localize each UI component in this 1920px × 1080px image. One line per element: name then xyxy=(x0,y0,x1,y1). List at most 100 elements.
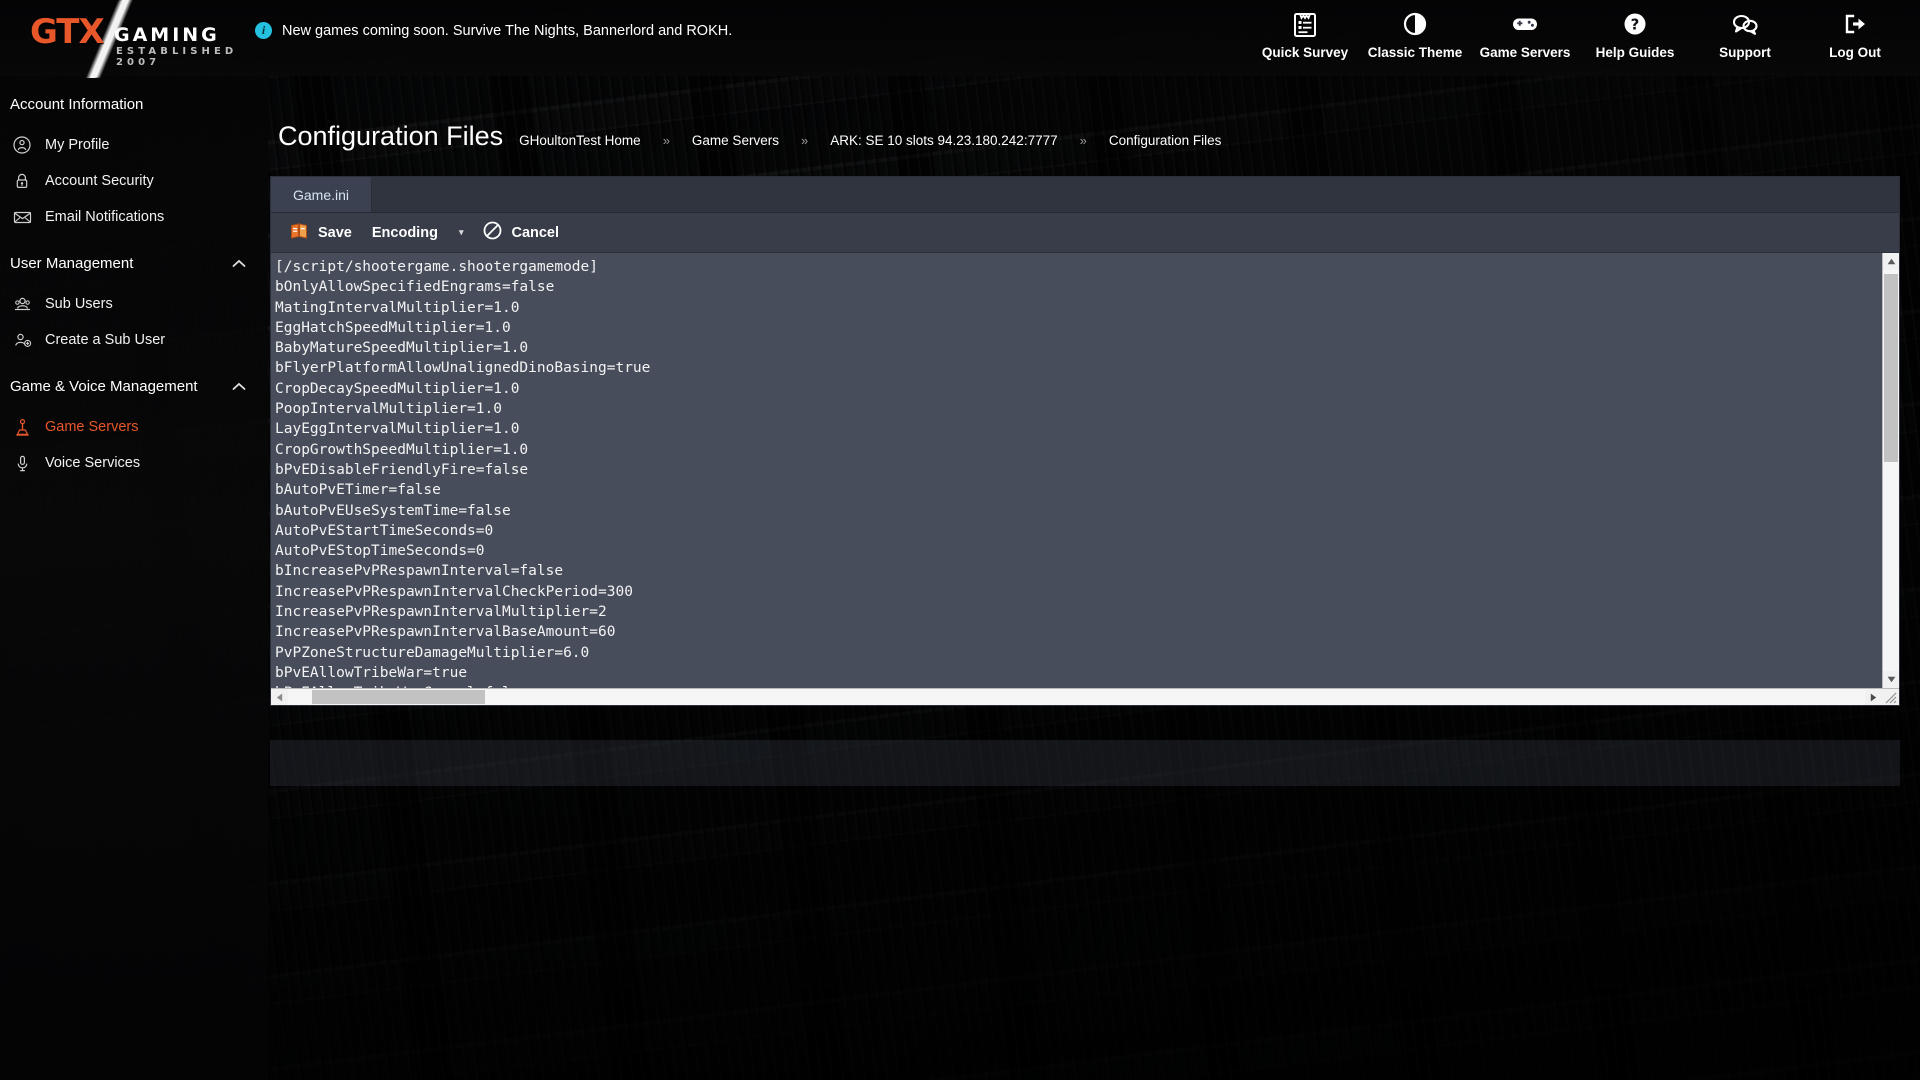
tab-label: Game.ini xyxy=(293,186,350,203)
topnav-label: Game Servers xyxy=(1479,45,1571,60)
logout-arrow-icon xyxy=(1841,10,1869,38)
topnav-item-log-out[interactable]: Log Out xyxy=(1800,6,1910,66)
tab-game-ini[interactable]: Game.ini xyxy=(271,177,373,212)
scroll-right-button[interactable] xyxy=(1865,689,1882,705)
contrast-circle-icon xyxy=(1402,10,1428,38)
sidebar-item-label: Create a Sub User xyxy=(45,332,166,348)
envelope-icon xyxy=(12,207,32,227)
logo-secondary-text: GAMING xyxy=(114,24,220,46)
content-panel-strip xyxy=(270,740,1900,786)
config-text-area[interactable]: [/script/shootergame.shootergamemode] bO… xyxy=(271,253,1882,688)
sidebar-heading-label: User Management xyxy=(10,255,134,272)
chevron-up-icon xyxy=(232,380,246,394)
topnav-item-support[interactable]: Support xyxy=(1690,6,1800,66)
cancel-button[interactable]: Cancel xyxy=(477,216,573,249)
gamepad-icon xyxy=(1510,10,1540,38)
sidebar-heading-game-voice-management[interactable]: Game & Voice Management xyxy=(0,358,268,409)
breadcrumb-item-home[interactable]: GHoultonTest Home xyxy=(519,133,641,148)
breadcrumb-item-current: Configuration Files xyxy=(1108,133,1222,148)
breadcrumb-item-server[interactable]: ARK: SE 10 slots 94.23.180.242:7777 xyxy=(830,133,1057,148)
announcement-text: New games coming soon. Survive The Night… xyxy=(282,22,733,39)
announcement-banner: i New games coming soon. Survive The Nig… xyxy=(255,22,732,39)
logo-primary-text: GTX xyxy=(30,12,105,52)
question-circle-icon: ? xyxy=(1622,10,1648,38)
topnav-label: Quick Survey xyxy=(1261,45,1349,60)
chat-bubbles-icon xyxy=(1730,10,1760,38)
sidebar-item-account-security[interactable]: Account Security xyxy=(0,163,268,199)
breadcrumb-separator: » xyxy=(800,133,809,148)
breadcrumb: GHoultonTest Home » Game Servers » ARK: … xyxy=(519,133,1221,152)
sidebar-item-my-profile[interactable]: My Profile xyxy=(0,127,268,163)
horizontal-scrollbar[interactable] xyxy=(271,689,1882,705)
sidebar-item-label: Voice Services xyxy=(45,455,141,471)
page-title: Configuration Files xyxy=(278,121,504,151)
scroll-left-button[interactable] xyxy=(271,689,288,705)
users-group-icon xyxy=(12,294,32,314)
user-add-icon xyxy=(12,330,32,350)
info-icon: i xyxy=(255,22,272,39)
vertical-scroll-track[interactable] xyxy=(1883,270,1899,671)
encoding-dropdown[interactable]: Encoding ▾ xyxy=(366,220,478,246)
horizontal-scrollbar-row xyxy=(271,688,1899,705)
breadcrumb-item-game-servers[interactable]: Game Servers xyxy=(692,133,779,148)
clipboard-icon xyxy=(1292,10,1318,38)
vertical-scrollbar[interactable] xyxy=(1882,253,1899,688)
top-navigation: Quick Survey Classic Theme Game Servers … xyxy=(1250,6,1910,66)
lock-icon xyxy=(12,171,32,191)
horizontal-scroll-track[interactable] xyxy=(288,689,1865,705)
breadcrumb-separator: » xyxy=(662,133,670,148)
brand-logo[interactable]: GTX GAMING ESTABLISHED 2007 xyxy=(22,4,242,68)
topnav-label: Help Guides xyxy=(1595,45,1675,60)
topnav-item-game-servers[interactable]: Game Servers xyxy=(1470,6,1580,66)
chevron-up-icon xyxy=(232,257,246,271)
vertical-scroll-thumb[interactable] xyxy=(1884,274,1898,463)
horizontal-scroll-thumb[interactable] xyxy=(311,690,486,704)
user-circle-icon xyxy=(12,135,32,155)
sidebar-item-label: Account Security xyxy=(45,173,154,189)
sidebar: Account Information My Profile Account S… xyxy=(0,76,268,1080)
topnav-label: Classic Theme xyxy=(1367,45,1463,60)
chevron-down-icon: ▾ xyxy=(458,227,464,237)
sidebar-item-label: My Profile xyxy=(45,137,110,153)
topnav-item-classic-theme[interactable]: Classic Theme xyxy=(1360,6,1470,66)
topnav-label: Log Out xyxy=(1829,45,1881,60)
sidebar-item-voice-services[interactable]: Voice Services xyxy=(0,445,268,481)
cancel-circle-icon xyxy=(483,221,502,244)
tab-strip-filler xyxy=(372,177,1899,212)
sidebar-heading-label: Game & Voice Management xyxy=(10,378,198,395)
scroll-up-button[interactable] xyxy=(1883,253,1899,270)
topnav-item-help-guides[interactable]: ? Help Guides xyxy=(1580,6,1690,66)
save-label: Save xyxy=(318,224,352,241)
file-tab-strip: Game.ini xyxy=(271,177,1899,213)
resize-grip-icon[interactable] xyxy=(1882,689,1899,705)
sidebar-heading-label: Account Information xyxy=(10,96,144,113)
encoding-label: Encoding xyxy=(371,224,438,241)
svg-text:?: ? xyxy=(1631,16,1640,34)
scroll-down-button[interactable] xyxy=(1883,671,1899,688)
page-header: Configuration Files GHoultonTest Home » … xyxy=(268,76,1920,166)
sidebar-item-label: Game Servers xyxy=(45,419,139,435)
sidebar-item-game-servers[interactable]: Game Servers xyxy=(0,409,268,445)
editor-body: [/script/shootergame.shootergamemode] bO… xyxy=(271,253,1899,705)
sidebar-item-label: Sub Users xyxy=(45,296,113,312)
save-button[interactable]: Save xyxy=(283,217,366,249)
sidebar-heading-user-management[interactable]: User Management xyxy=(0,235,268,286)
joystick-icon xyxy=(12,417,32,437)
config-text-content: [/script/shootergame.shootergamemode] bO… xyxy=(275,259,651,688)
top-bar: GTX GAMING ESTABLISHED 2007 i New games … xyxy=(0,0,1920,76)
microphone-icon xyxy=(12,453,32,473)
logo-tagline: ESTABLISHED 2007 xyxy=(116,46,238,68)
save-book-icon xyxy=(289,222,309,244)
sidebar-item-email-notifications[interactable]: Email Notifications xyxy=(0,199,268,235)
sidebar-item-create-a-sub-user[interactable]: Create a Sub User xyxy=(0,322,268,358)
breadcrumb-separator: » xyxy=(1079,133,1087,148)
editor-toolbar: Save Encoding ▾ Cancel xyxy=(271,213,1899,253)
sidebar-item-label: Email Notifications xyxy=(45,209,165,225)
editor-content-row: [/script/shootergame.shootergamemode] bO… xyxy=(271,253,1899,688)
topnav-item-quick-survey[interactable]: Quick Survey xyxy=(1250,6,1360,66)
configuration-file-editor-panel: Game.ini Save Encoding ▾ Cancel [/script… xyxy=(270,176,1900,706)
topnav-label: Support xyxy=(1719,45,1771,60)
cancel-label: Cancel xyxy=(511,224,560,241)
sidebar-item-sub-users[interactable]: Sub Users xyxy=(0,286,268,322)
sidebar-heading-account-information: Account Information xyxy=(0,76,268,127)
